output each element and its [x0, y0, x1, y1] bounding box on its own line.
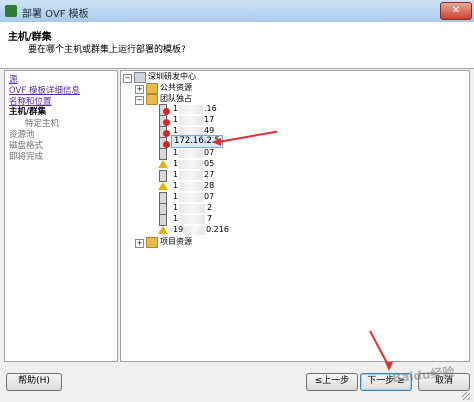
tree-node-host[interactable]: 1 17	[173, 115, 214, 126]
tree-node-project[interactable]: 项目资源	[160, 236, 192, 247]
tree-node-team[interactable]: 团队独占	[160, 93, 192, 104]
tree-node-datacenter[interactable]: 深圳研发中心	[148, 71, 196, 82]
folder-icon	[146, 237, 158, 248]
resize-grip-icon[interactable]	[462, 392, 470, 400]
expand-toggle[interactable]: −	[135, 96, 144, 105]
warning-icon	[158, 182, 168, 190]
step-ready: 即将完成	[9, 152, 44, 162]
tree-node-host[interactable]: 1 07	[173, 148, 214, 159]
help-button[interactable]: 帮助(H)	[6, 373, 62, 391]
tree-node-host[interactable]: 1 27	[173, 170, 214, 181]
tree-node-host[interactable]: 19 0.216	[173, 225, 229, 236]
host-icon	[159, 214, 167, 226]
error-icon	[163, 108, 170, 115]
back-button[interactable]: ≤上一步	[306, 373, 358, 391]
tree-node-host[interactable]: 1 28	[173, 181, 214, 192]
annotation-arrowhead	[212, 138, 221, 146]
folder-open-icon	[146, 94, 158, 105]
expand-toggle[interactable]: +	[135, 239, 144, 248]
error-icon	[163, 119, 170, 126]
step-host-cluster: 主机/群集	[9, 107, 47, 117]
expand-toggle[interactable]: −	[123, 74, 132, 83]
close-button[interactable]: ✕	[440, 2, 472, 20]
error-icon	[163, 141, 170, 148]
app-icon	[5, 5, 17, 17]
host-icon	[159, 170, 167, 182]
title-bar: 部署 OVF 模板 ✕	[0, 0, 474, 23]
tree-node-public[interactable]: 公共资源	[160, 82, 192, 93]
tree-node-host[interactable]: 17	[173, 214, 212, 225]
warning-icon	[158, 226, 168, 234]
host-tree[interactable]: − 深圳研发中心 + 公共资源 − 团队独占 1.16 1 17 1 49 172.…	[120, 70, 470, 362]
tree-node-host[interactable]: 1 07	[173, 192, 214, 203]
tree-node-host[interactable]: 1 05	[173, 159, 214, 170]
folder-icon	[146, 83, 158, 94]
wizard-steps: 源 OVF 模板详细信息 名称和位置 主机/群集 特定主机 资源池 磁盘格式 即…	[4, 70, 118, 362]
expand-toggle[interactable]: +	[135, 85, 144, 94]
error-icon	[163, 130, 170, 137]
tree-node-host[interactable]: 1.16	[173, 104, 217, 115]
page-subtitle: 要在哪个主机或群集上运行部署的模板?	[28, 45, 186, 55]
page-title: 主机/群集	[8, 32, 52, 43]
host-icon	[159, 148, 167, 160]
warning-icon	[158, 160, 168, 168]
datacenter-icon	[134, 72, 146, 83]
window-title: 部署 OVF 模板	[22, 9, 89, 20]
wizard-header: 主机/群集 要在哪个主机或群集上运行部署的模板?	[0, 22, 474, 69]
tree-node-host[interactable]: 12	[173, 203, 212, 214]
